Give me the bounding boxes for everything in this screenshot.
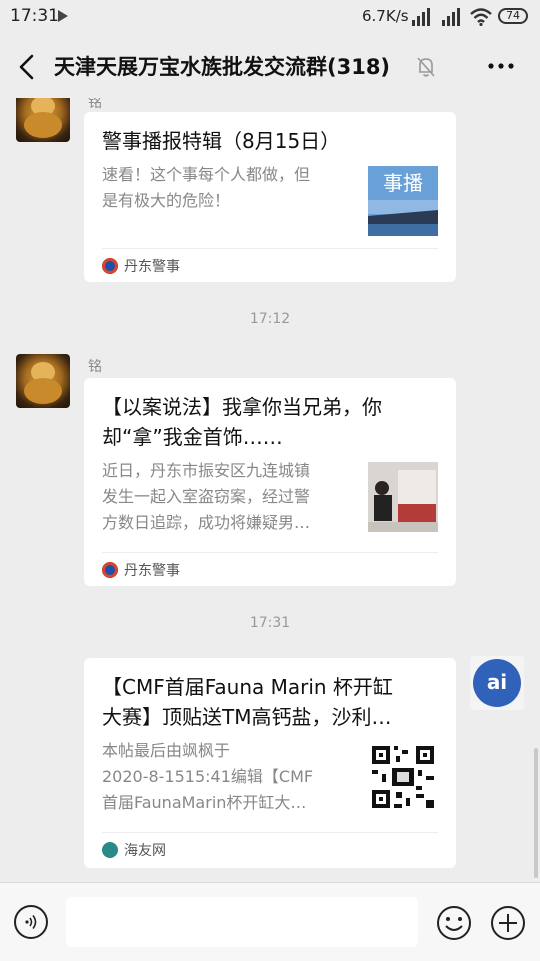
timestamp: 17:12 bbox=[249, 311, 291, 327]
scrollbar[interactable] bbox=[534, 748, 538, 878]
card-source: 丹东警事 bbox=[102, 256, 180, 276]
chat-header: 天津天展万宝水族批发交流群(318) bbox=[0, 34, 540, 98]
card-divider bbox=[102, 832, 438, 833]
message-input[interactable] bbox=[66, 897, 418, 947]
qr-code-thumbnail bbox=[368, 742, 438, 812]
link-card[interactable]: 警事播报特辑（8月15日） 速看！这个事每个人都做，但 是有极大的危险！ 事播 … bbox=[84, 112, 456, 282]
input-bar bbox=[0, 882, 540, 961]
card-title: 【以案说法】我拿你当兄弟，你 却“拿”我金首饰…… bbox=[102, 395, 382, 449]
emoji-icon[interactable] bbox=[436, 905, 472, 941]
link-card[interactable]: 【以案说法】我拿你当兄弟，你 却“拿”我金首饰…… 近日，丹东市振安区九连城镇 … bbox=[84, 378, 456, 586]
police-badge-icon bbox=[102, 562, 118, 578]
police-badge-icon bbox=[102, 258, 118, 274]
card-title: 【CMF首届Fauna Marin 杯开缸 大赛】顶贴送TM高钙盐，沙利… bbox=[102, 675, 393, 729]
card-thumbnail: 事播 bbox=[368, 166, 438, 236]
sender-name: 铭 bbox=[88, 359, 102, 375]
more-options-icon[interactable] bbox=[486, 56, 516, 76]
card-description: 速看！这个事每个人都做，但 是有极大的危险！ bbox=[102, 165, 311, 210]
battery-indicator: 74 bbox=[498, 8, 528, 24]
card-title: 警事播报特辑（8月15日） bbox=[102, 129, 341, 153]
signal-icon bbox=[412, 8, 430, 26]
status-time: 17:31 bbox=[10, 6, 59, 26]
card-description: 本帖最后由飒枫于 2020-8-1515:41编辑【CMF 首届FaunaMar… bbox=[102, 741, 314, 812]
sender-avatar[interactable] bbox=[16, 98, 70, 142]
media-playing-icon bbox=[58, 10, 68, 22]
voice-icon bbox=[25, 915, 37, 929]
card-divider bbox=[102, 248, 438, 249]
chat-title: 天津天展万宝水族批发交流群(318) bbox=[54, 55, 391, 79]
timestamp: 17:31 bbox=[249, 615, 291, 631]
svg-text:事播: 事播 bbox=[383, 171, 423, 195]
own-avatar[interactable]: ai bbox=[470, 656, 524, 710]
sender-name: 铭 bbox=[88, 98, 102, 111]
card-source: 海友网 bbox=[102, 840, 166, 860]
svg-text:ai: ai bbox=[487, 670, 507, 694]
signal-icon-2 bbox=[442, 8, 460, 26]
mute-bell-icon bbox=[417, 57, 435, 77]
link-card[interactable]: 【CMF首届Fauna Marin 杯开缸 大赛】顶贴送TM高钙盐，沙利… 本帖… bbox=[84, 658, 456, 868]
sender-avatar[interactable] bbox=[16, 354, 70, 408]
message-list[interactable]: 铭 警事播报特辑（8月15日） 速看！这个事每个人都做，但 是有极大的危险！ 事… bbox=[0, 98, 540, 882]
card-thumbnail bbox=[368, 462, 438, 532]
card-description: 近日，丹东市振安区九连城镇 发生一起入室盗窃案，经过警 方数日追踪，成功将嫌疑男… bbox=[102, 461, 311, 532]
wifi-icon bbox=[470, 8, 492, 26]
back-arrow-icon[interactable] bbox=[14, 52, 40, 82]
voice-input-button[interactable] bbox=[14, 905, 48, 939]
status-bar: 17:31 6.7K/s 74 bbox=[0, 0, 540, 34]
plus-icon[interactable] bbox=[490, 905, 526, 941]
haiyou-logo-icon bbox=[102, 842, 118, 858]
card-divider bbox=[102, 552, 438, 553]
network-speed: 6.7K/s bbox=[362, 7, 409, 25]
card-source: 丹东警事 bbox=[102, 560, 180, 580]
